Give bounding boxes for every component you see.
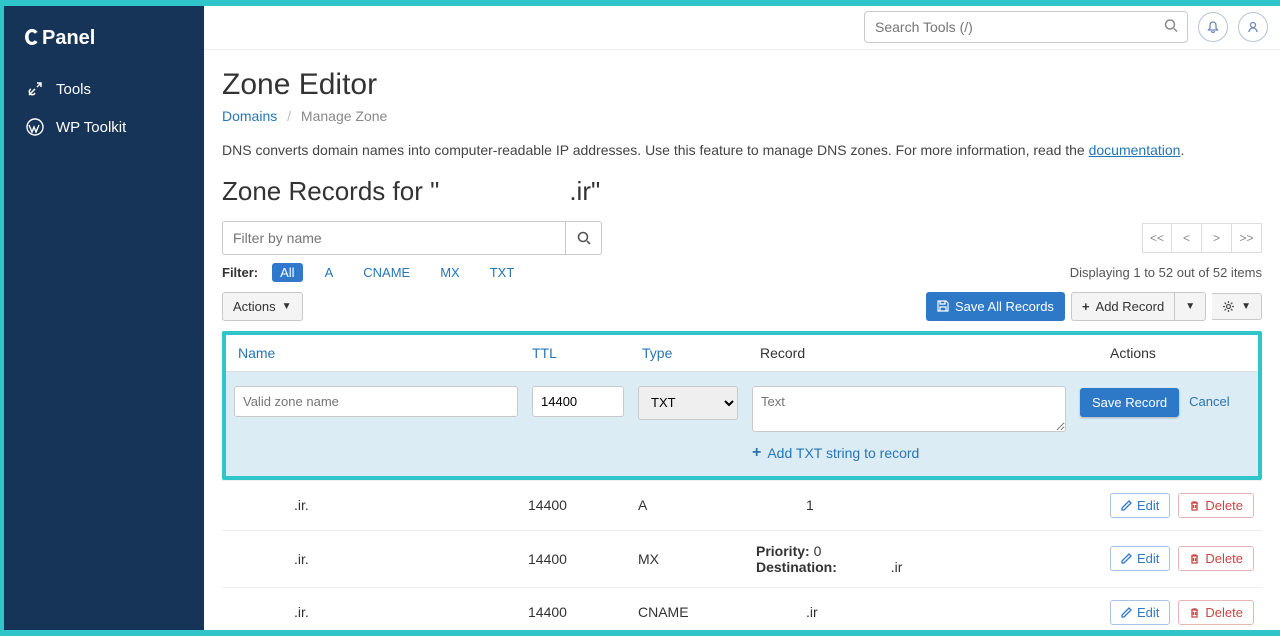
- tools-icon: [26, 80, 44, 98]
- plus-icon: +: [1082, 299, 1090, 314]
- trash-icon: [1189, 607, 1200, 618]
- save-record-button[interactable]: Save Record: [1080, 388, 1179, 417]
- pencil-icon: [1121, 553, 1132, 564]
- sidebar-item-label: Tools: [56, 81, 91, 98]
- col-type[interactable]: Type: [642, 345, 760, 361]
- save-all-button[interactable]: Save All Records: [926, 292, 1065, 321]
- col-ttl[interactable]: TTL: [532, 345, 642, 361]
- add-record-button[interactable]: + Add Record: [1071, 292, 1175, 321]
- wordpress-icon: [26, 118, 44, 136]
- bell-icon: [1206, 20, 1220, 34]
- displaying-count: Displaying 1 to 52 out of 52 items: [1070, 265, 1262, 280]
- filter-search-button[interactable]: [566, 221, 602, 255]
- edit-button[interactable]: Edit: [1110, 546, 1170, 571]
- cancel-link[interactable]: Cancel: [1189, 388, 1229, 409]
- pager-first[interactable]: <<: [1142, 223, 1172, 253]
- plus-icon: +: [752, 444, 761, 462]
- new-record-text-input[interactable]: [752, 386, 1066, 432]
- page-description: DNS converts domain names into computer-…: [222, 142, 1262, 158]
- delete-button[interactable]: Delete: [1178, 493, 1254, 518]
- add-record-dropdown[interactable]: ▼: [1175, 292, 1206, 321]
- breadcrumb-root[interactable]: Domains: [222, 108, 277, 124]
- add-txt-string-link[interactable]: + Add TXT string to record: [752, 440, 1066, 462]
- cpanel-logo-icon: Panel: [24, 24, 122, 50]
- col-record: Record: [760, 345, 1110, 361]
- table-row: .ir. 14400 A 1 Edit Delete: [222, 480, 1262, 530]
- breadcrumb: Domains / Manage Zone: [222, 108, 1262, 124]
- sidebar-item-wptoolkit[interactable]: WP Toolkit: [4, 108, 204, 146]
- search-icon: [577, 231, 591, 245]
- filter-a[interactable]: A: [317, 263, 342, 282]
- zone-records-heading: Zone Records for ".ir": [222, 176, 1262, 207]
- gear-icon: [1222, 300, 1235, 313]
- settings-button[interactable]: ▼: [1212, 293, 1262, 320]
- edit-button[interactable]: Edit: [1110, 600, 1170, 625]
- pencil-icon: [1121, 607, 1132, 618]
- edit-button[interactable]: Edit: [1110, 493, 1170, 518]
- delete-button[interactable]: Delete: [1178, 546, 1254, 571]
- sidebar: Panel Tools WP Toolkit: [4, 6, 204, 630]
- col-actions: Actions: [1110, 345, 1250, 361]
- filter-input[interactable]: [222, 221, 566, 255]
- chevron-down-icon: ▼: [282, 301, 292, 312]
- zone-records-table: Name TTL Type Record Actions TXT +: [222, 331, 1262, 480]
- filter-cname[interactable]: CNAME: [355, 263, 418, 282]
- svg-text:Panel: Panel: [42, 27, 95, 49]
- sidebar-item-tools[interactable]: Tools: [4, 70, 204, 108]
- new-record-name-input[interactable]: [234, 386, 518, 417]
- delete-button[interactable]: Delete: [1178, 600, 1254, 625]
- col-name[interactable]: Name: [234, 345, 532, 361]
- new-record-ttl-input[interactable]: [532, 386, 624, 417]
- filter-mx[interactable]: MX: [432, 263, 468, 282]
- search-input[interactable]: [864, 11, 1188, 43]
- user-icon: [1246, 20, 1260, 34]
- user-button[interactable]: [1238, 12, 1268, 42]
- save-icon: [937, 300, 949, 312]
- chevron-down-icon: ▼: [1241, 301, 1251, 312]
- filter-all[interactable]: All: [272, 263, 302, 282]
- trash-icon: [1189, 500, 1200, 511]
- notifications-button[interactable]: [1198, 12, 1228, 42]
- filter-txt[interactable]: TXT: [482, 263, 523, 282]
- brand-logo: Panel: [4, 6, 204, 70]
- actions-dropdown[interactable]: Actions ▼: [222, 292, 303, 321]
- table-row: .ir. 14400 CNAME .ir Edit Delete: [222, 587, 1262, 630]
- sidebar-item-label: WP Toolkit: [56, 119, 126, 136]
- search-icon: [1164, 19, 1178, 36]
- trash-icon: [1189, 553, 1200, 564]
- add-record-row: TXT + Add TXT string to record Save Reco…: [226, 372, 1258, 476]
- documentation-link[interactable]: documentation: [1089, 142, 1181, 158]
- breadcrumb-current: Manage Zone: [301, 108, 387, 124]
- chevron-down-icon: ▼: [1185, 301, 1195, 312]
- pencil-icon: [1121, 500, 1132, 511]
- table-row: .ir. 14400 MX Priority: 0Destination: .i…: [222, 530, 1262, 587]
- topbar: [204, 6, 1280, 50]
- pager-next[interactable]: >: [1202, 223, 1232, 253]
- page-title: Zone Editor: [222, 68, 1262, 102]
- pager-prev[interactable]: <: [1172, 223, 1202, 253]
- pager-last[interactable]: >>: [1232, 223, 1262, 253]
- filter-label: Filter:: [222, 265, 258, 280]
- new-record-type-select[interactable]: TXT: [638, 386, 738, 420]
